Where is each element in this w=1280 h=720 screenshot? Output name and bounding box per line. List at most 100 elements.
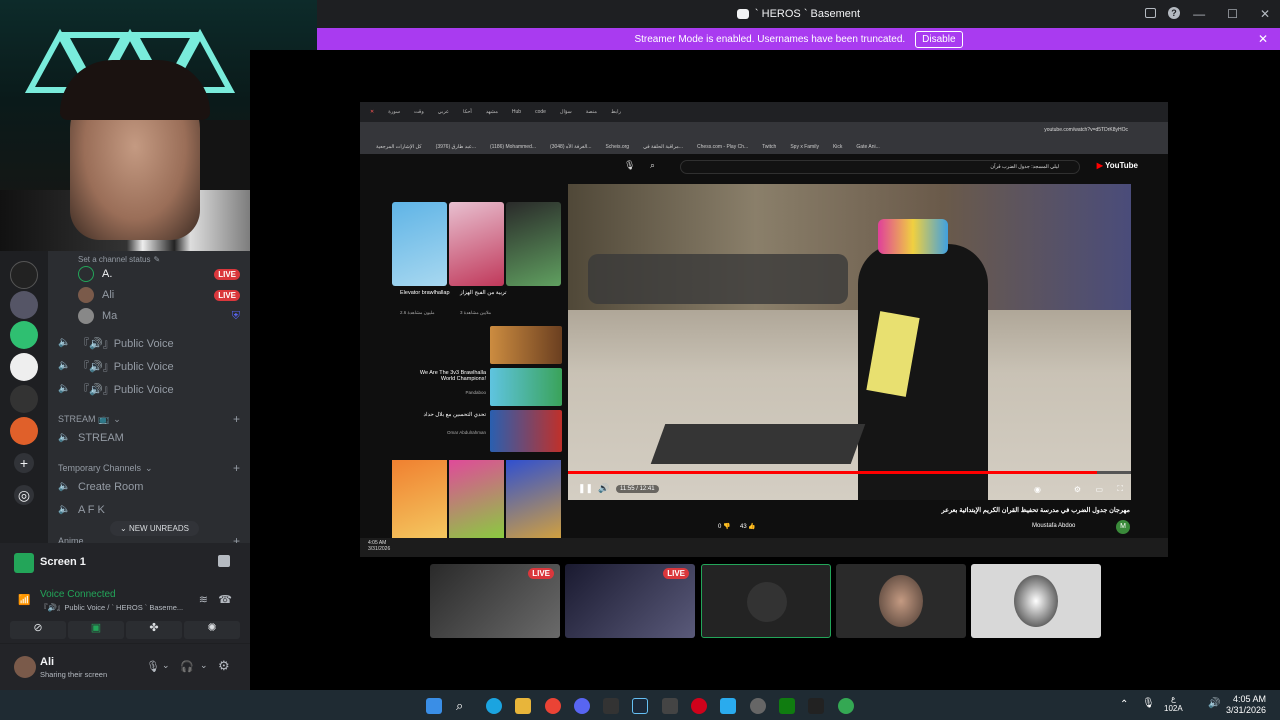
explore-icon[interactable]: ◎: [14, 485, 34, 505]
user-tile[interactable]: [701, 564, 831, 638]
browser-tab[interactable]: عربي: [438, 109, 449, 115]
voice-channel[interactable]: 🔈 『🔊』Public Voice: [58, 356, 240, 376]
thumbnail[interactable]: [392, 460, 447, 538]
thumbnail[interactable]: [506, 202, 561, 286]
search-icon[interactable]: ⌕: [650, 160, 655, 171]
chevron-down-icon[interactable]: ⌄: [200, 660, 208, 671]
close-icon[interactable]: ✕: [1258, 32, 1268, 46]
video-title[interactable]: تربية من الفيج الهزاز: [460, 290, 507, 296]
thumbnail[interactable]: [392, 202, 447, 286]
youtube-logo[interactable]: ▶ YouTube: [1097, 161, 1138, 170]
voice-channel-label[interactable]: 『🔊』Public Voice / ` HEROS ` Baseme...: [40, 602, 183, 613]
voice-channel[interactable]: 🔈 STREAM: [58, 428, 240, 448]
activities-button[interactable]: ✤: [126, 621, 182, 639]
user-tile[interactable]: [836, 564, 966, 638]
fullscreen-icon[interactable]: ⛶: [1117, 484, 1123, 494]
address-bar[interactable]: youtube.com/watch?v=d5TDrK8yHOc: [360, 122, 1168, 140]
thumbnail[interactable]: [449, 460, 504, 538]
video-title[interactable]: We Are The 3v3 Brawlhalla World Champion…: [410, 370, 486, 382]
thumbnail[interactable]: [506, 460, 561, 538]
chrome-icon[interactable]: [545, 698, 561, 714]
server-icon[interactable]: [10, 417, 38, 445]
server-icon[interactable]: [10, 291, 38, 319]
microphone-icon[interactable]: 🎙: [624, 160, 635, 171]
close-window-icon[interactable]: ✕: [1260, 7, 1270, 21]
xbox-icon[interactable]: [779, 698, 795, 714]
voice-channel[interactable]: 🔈 『🔊』Public Voice: [58, 333, 240, 353]
app-icon[interactable]: [808, 698, 824, 714]
video-title[interactable]: تحدي التحسين مع بلال حداد: [400, 412, 487, 418]
camera-off-button[interactable]: ⊘: [10, 621, 66, 639]
folder-icon[interactable]: [515, 698, 531, 714]
bookmark[interactable]: Chess.com - Play Ch...: [697, 144, 748, 150]
thumbnail[interactable]: [490, 326, 562, 364]
app-icon[interactable]: [750, 698, 766, 714]
voice-connected-label[interactable]: Voice Connected: [40, 589, 116, 600]
category-temporary[interactable]: Temporary Channels ⌄ +: [58, 460, 240, 476]
server-icon[interactable]: [10, 353, 38, 381]
voice-member[interactable]: Ma ⛨: [58, 306, 240, 326]
bookmark[interactable]: (1186) Mohammed...: [490, 144, 536, 150]
maximize-icon[interactable]: ☐: [1227, 7, 1238, 21]
browser-tab[interactable]: code: [535, 109, 546, 115]
share-screen-button[interactable]: ▣: [68, 621, 124, 639]
soundboard-button[interactable]: ✺: [184, 621, 240, 639]
voice-member[interactable]: A. LIVE: [58, 264, 240, 284]
epic-games-icon[interactable]: [603, 698, 619, 714]
browser-tab[interactable]: رابط: [611, 109, 621, 115]
browser-tab[interactable]: سورة: [388, 109, 400, 115]
video-player[interactable]: ❚❚ 🔊 11:55 / 12:41 ◉ ⚙ ▭ ⛶: [568, 184, 1131, 500]
thumbnail[interactable]: [490, 410, 562, 452]
progress-track[interactable]: [568, 471, 1131, 474]
server-icon[interactable]: [10, 385, 38, 413]
voice-channel[interactable]: 🔈 Create Room: [58, 477, 240, 497]
bookmark[interactable]: Gate Ani...: [856, 144, 879, 150]
video-title[interactable]: Elevator brawlhallap: [400, 290, 450, 296]
bookmark[interactable]: Scheis.org: [605, 144, 629, 150]
stream-tile[interactable]: LIVE: [430, 564, 560, 638]
start-icon[interactable]: [426, 698, 442, 714]
user-tile[interactable]: [971, 564, 1101, 638]
browser-tab[interactable]: وقت: [414, 109, 424, 115]
bookmark[interactable]: (3048) الغرفة الأه...: [550, 144, 591, 150]
bookmark[interactable]: كل الإشارات المرجعية: [376, 144, 422, 150]
help-icon[interactable]: ?: [1168, 7, 1180, 19]
settings-gear-icon[interactable]: ⚙: [1074, 485, 1081, 494]
telegram-icon[interactable]: [720, 698, 736, 714]
chrome-icon[interactable]: [838, 698, 854, 714]
settings-gear-icon[interactable]: ⚙: [218, 658, 230, 674]
search-input[interactable]: ليلي المسجد: جدول الضرب قرآن: [680, 160, 1080, 174]
app-icon[interactable]: [662, 698, 678, 714]
avatar[interactable]: [14, 656, 36, 678]
category-stream[interactable]: STREAM 📺 ⌄ +: [58, 411, 240, 427]
server-icon[interactable]: [10, 321, 38, 349]
browser-tab[interactable]: سؤال: [560, 109, 572, 115]
add-server-icon[interactable]: +: [14, 453, 34, 473]
add-channel-icon[interactable]: +: [233, 412, 240, 426]
bookmark[interactable]: Spy x Family: [790, 144, 819, 150]
browser-tab[interactable]: Hub: [512, 109, 521, 115]
bookmark[interactable]: Kick: [833, 144, 842, 150]
server-icon[interactable]: [10, 261, 38, 289]
stream-tile[interactable]: LIVE: [565, 564, 695, 638]
autoplay-icon[interactable]: ◉: [1034, 485, 1041, 494]
steam-icon[interactable]: [632, 698, 648, 714]
inbox-icon[interactable]: [1145, 8, 1156, 18]
headphones-icon[interactable]: 🎧: [180, 660, 194, 673]
close-tab-icon[interactable]: ✕: [370, 109, 374, 115]
volume-icon[interactable]: 🔊: [598, 483, 609, 494]
search-icon[interactable]: ⌕: [456, 698, 472, 714]
app-icon[interactable]: [691, 698, 707, 714]
channel-name[interactable]: Moustafa Abdoo: [1032, 523, 1075, 529]
theater-icon[interactable]: ▭: [1095, 485, 1103, 494]
voice-member[interactable]: Ali LIVE: [58, 285, 240, 305]
clock[interactable]: 4:05 AM 3/31/2026: [1226, 694, 1266, 716]
thumbnail[interactable]: [449, 202, 504, 286]
browser-tab[interactable]: منصة: [586, 109, 597, 115]
like-button[interactable]: 43 👍: [740, 523, 756, 530]
voice-channel[interactable]: 🔈 A F K: [58, 500, 240, 520]
disconnect-icon[interactable]: ☎: [218, 593, 232, 606]
disable-button[interactable]: Disable: [915, 30, 963, 48]
thumbnail[interactable]: [490, 368, 562, 406]
channel-avatar[interactable]: M: [1116, 520, 1130, 534]
